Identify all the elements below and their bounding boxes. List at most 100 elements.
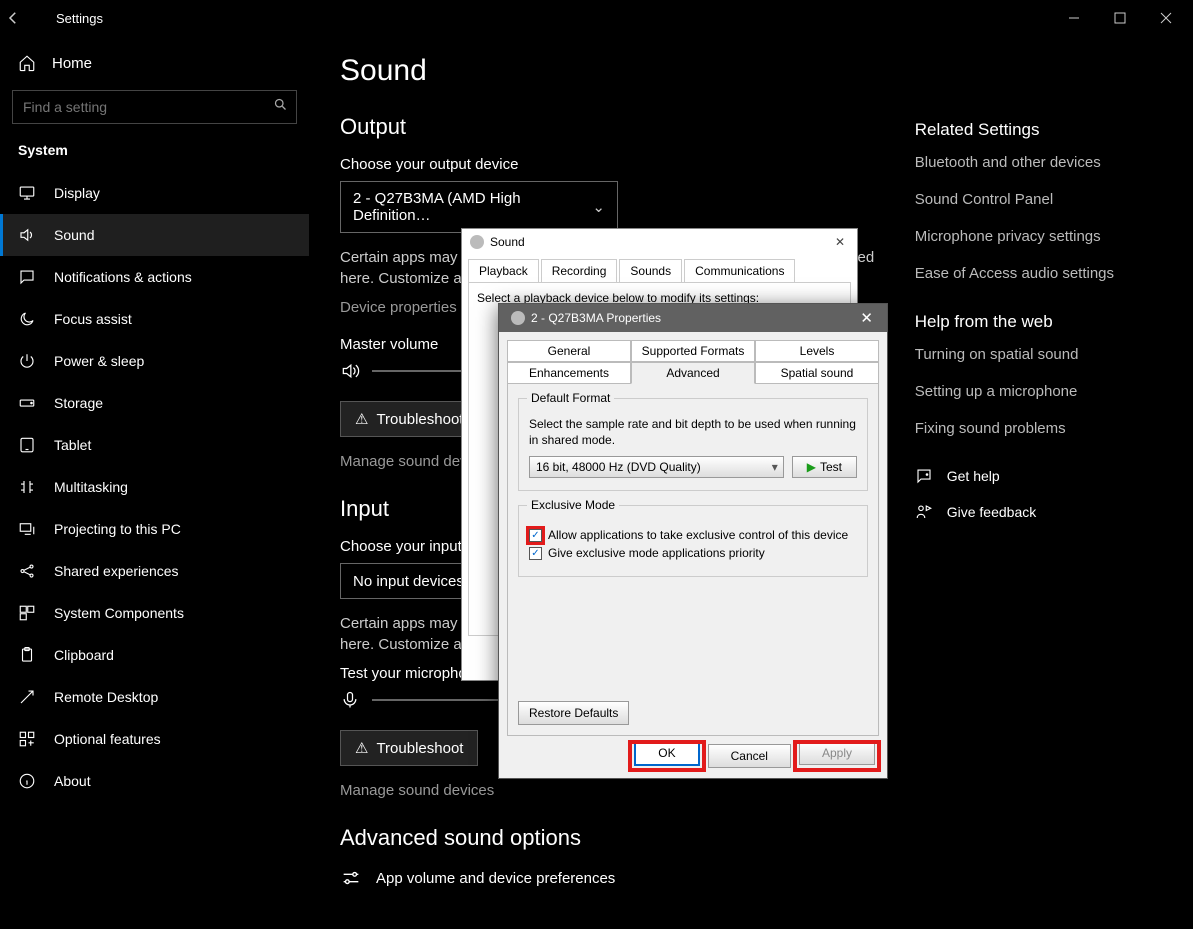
sidebar-item-focus-assist[interactable]: Focus assist — [0, 298, 309, 340]
app-volume-link[interactable]: App volume and device preferences — [376, 870, 615, 887]
sidebar-item-label: Notifications & actions — [54, 269, 192, 285]
power-icon — [18, 352, 36, 370]
sidebar-item-optional-features[interactable]: Optional features — [0, 718, 309, 760]
related-link[interactable]: Ease of Access audio settings — [915, 265, 1163, 282]
maximize-button[interactable] — [1097, 3, 1143, 33]
close-button[interactable] — [1143, 3, 1189, 33]
output-troubleshoot-label: Troubleshoot — [376, 411, 463, 428]
sidebar-item-label: Projecting to this PC — [54, 521, 181, 537]
sidebar-item-label: Multitasking — [54, 479, 128, 495]
search-input[interactable] — [13, 91, 296, 123]
sidebar-item-label: Clipboard — [54, 647, 114, 663]
test-button-label: Test — [820, 460, 842, 474]
sidebar-item-label: Focus assist — [54, 311, 132, 327]
sidebar-item-remote-desktop[interactable]: Remote Desktop — [0, 676, 309, 718]
exclusive-priority-label: Give exclusive mode applications priorit… — [548, 546, 765, 560]
sidebar-item-tablet[interactable]: Tablet — [0, 424, 309, 466]
test-button[interactable]: ▶ Test — [792, 456, 857, 478]
sidebar-item-system-components[interactable]: System Components — [0, 592, 309, 634]
default-format-desc: Select the sample rate and bit depth to … — [529, 417, 857, 448]
apply-button[interactable]: Apply — [799, 741, 875, 765]
advanced-heading: Advanced sound options — [340, 825, 875, 851]
apply-button-highlight: Apply — [797, 744, 877, 768]
related-link[interactable]: Sound Control Panel — [915, 191, 1163, 208]
sidebar-item-about[interactable]: About — [0, 760, 309, 802]
monitor-icon — [18, 184, 36, 202]
sidebar-item-multitasking[interactable]: Multitasking — [0, 466, 309, 508]
home-button[interactable]: Home — [0, 44, 309, 82]
get-help-link[interactable]: Get help — [915, 467, 1163, 485]
related-settings-heading: Related Settings — [915, 120, 1163, 140]
sidebar-item-clipboard[interactable]: Clipboard — [0, 634, 309, 676]
exclusive-control-checkbox[interactable]: ✓ — [529, 529, 542, 542]
minimize-button[interactable] — [1051, 3, 1097, 33]
sidebar-item-shared-experiences[interactable]: Shared experiences — [0, 550, 309, 592]
sidebar-item-notifications-actions[interactable]: Notifications & actions — [0, 256, 309, 298]
sidebar-item-power-sleep[interactable]: Power & sleep — [0, 340, 309, 382]
features-icon — [18, 730, 36, 748]
prop-tab-advanced[interactable]: Advanced — [631, 362, 755, 384]
microphone-icon — [340, 690, 360, 710]
output-choose-label: Choose your output device — [340, 156, 875, 173]
related-link[interactable]: Microphone privacy settings — [915, 228, 1163, 245]
sidebar-item-label: Tablet — [54, 437, 91, 453]
home-icon — [18, 54, 36, 72]
help-link[interactable]: Turning on spatial sound — [915, 346, 1163, 363]
prop-tab-enhancements[interactable]: Enhancements — [507, 362, 631, 384]
prop-tab-levels[interactable]: Levels — [755, 340, 879, 362]
sidebar-item-display[interactable]: Display — [0, 172, 309, 214]
give-feedback-link[interactable]: Give feedback — [915, 503, 1163, 521]
sound-tab-sounds[interactable]: Sounds — [619, 259, 682, 282]
properties-dialog-titlebar: 2 - Q27B3MA Properties ✕ — [499, 304, 887, 332]
exclusive-priority-checkbox[interactable]: ✓ — [529, 547, 542, 560]
moon-icon — [18, 310, 36, 328]
search-input-wrap — [12, 90, 297, 124]
sidebar-item-label: About — [54, 773, 91, 789]
sidebar-item-projecting-to-this-pc[interactable]: Projecting to this PC — [0, 508, 309, 550]
sidebar-item-sound[interactable]: Sound — [0, 214, 309, 256]
format-select[interactable]: 16 bit, 48000 Hz (DVD Quality) — [529, 456, 784, 478]
output-device-dropdown[interactable]: 2 - Q27B3MA (AMD High Definition… ⌄ — [340, 181, 618, 233]
info-icon — [18, 772, 36, 790]
sidebar-item-storage[interactable]: Storage — [0, 382, 309, 424]
sidebar-item-label: System Components — [54, 605, 184, 621]
sidebar-item-label: Sound — [54, 227, 94, 243]
sidebar-item-label: Display — [54, 185, 100, 201]
sound-dialog-titlebar: Sound ✕ — [462, 229, 857, 255]
sound-dialog-title: Sound — [490, 235, 525, 249]
help-link[interactable]: Setting up a microphone — [915, 383, 1163, 400]
page-title: Sound — [340, 54, 1163, 88]
properties-dialog-close-button[interactable]: ✕ — [854, 309, 879, 327]
feedback-icon — [915, 503, 933, 521]
exclusive-mode-group-title: Exclusive Mode — [527, 498, 619, 512]
input-troubleshoot-button[interactable]: ⚠ Troubleshoot — [340, 730, 478, 766]
exclusive-mode-group: Exclusive Mode ✓ Allow applications to t… — [518, 505, 868, 577]
search-icon — [273, 97, 288, 112]
sound-tab-communications[interactable]: Communications — [684, 259, 795, 282]
multitask-icon — [18, 478, 36, 496]
ok-button[interactable]: OK — [634, 740, 699, 766]
back-button[interactable] — [4, 9, 44, 27]
window-titlebar: Settings — [0, 0, 1193, 36]
prop-tab-general[interactable]: General — [507, 340, 631, 362]
restore-defaults-button[interactable]: Restore Defaults — [518, 701, 629, 725]
sound-tab-recording[interactable]: Recording — [541, 259, 618, 282]
related-link[interactable]: Bluetooth and other devices — [915, 154, 1163, 171]
prop-tab-spatial-sound[interactable]: Spatial sound — [755, 362, 879, 384]
manage-sound-devices-link-2[interactable]: Manage sound devices — [340, 782, 875, 799]
sound-dialog-close-button[interactable]: ✕ — [831, 235, 849, 249]
sidebar-item-label: Remote Desktop — [54, 689, 158, 705]
cancel-button[interactable]: Cancel — [708, 744, 791, 768]
output-troubleshoot-button[interactable]: ⚠ Troubleshoot — [340, 401, 478, 437]
properties-dialog: 2 - Q27B3MA Properties ✕ GeneralSupporte… — [498, 303, 888, 779]
help-link[interactable]: Fixing sound problems — [915, 420, 1163, 437]
prop-tab-supported-formats[interactable]: Supported Formats — [631, 340, 755, 362]
window-title: Settings — [56, 11, 103, 26]
properties-dialog-title: 2 - Q27B3MA Properties — [531, 311, 661, 325]
sidebar-item-label: Shared experiences — [54, 563, 179, 579]
warning-icon: ⚠ — [355, 739, 368, 757]
speaker-icon — [18, 226, 36, 244]
sidebar-item-label: Power & sleep — [54, 353, 144, 369]
project-icon — [18, 520, 36, 538]
sound-tab-playback[interactable]: Playback — [468, 259, 539, 282]
